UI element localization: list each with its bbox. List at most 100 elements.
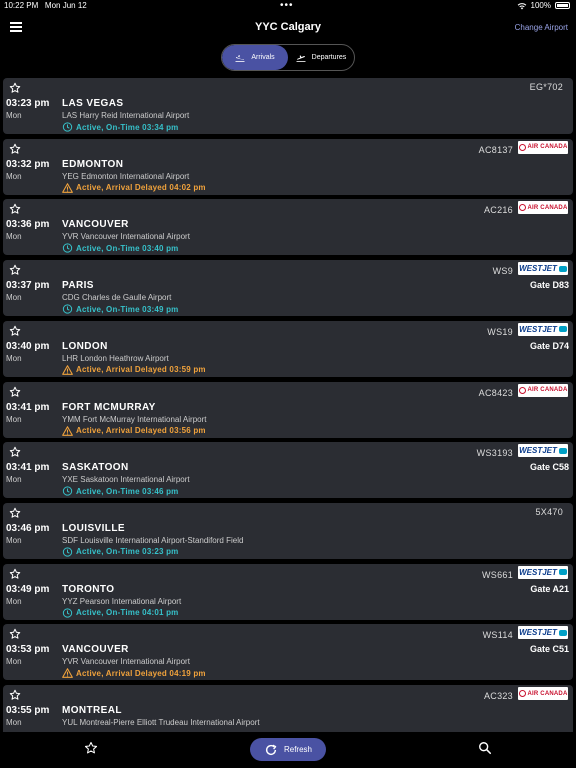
favorite-star-icon[interactable] bbox=[9, 445, 21, 457]
flight-status-text: Active, On-Time 03:23 pm bbox=[76, 547, 179, 557]
origin-airport: YVR Vancouver International Airport bbox=[62, 657, 190, 667]
origin-city: FORT MCMURRAY bbox=[62, 401, 156, 413]
flight-status-text: Active, Arrival Delayed 04:02 pm bbox=[76, 183, 206, 193]
tab-departures[interactable]: Departures bbox=[288, 45, 354, 70]
scheduled-time: 03:23 pm bbox=[6, 98, 50, 109]
origin-airport: LAS Harry Reid International Airport bbox=[62, 111, 190, 120]
origin-city: SASKATOON bbox=[62, 462, 129, 474]
flight-number: WS3193 bbox=[476, 448, 513, 459]
favorite-star-icon[interactable] bbox=[9, 567, 21, 579]
origin-city: LOUISVILLE bbox=[62, 522, 125, 534]
flight-status: Active, On-Time 03:46 pm bbox=[62, 486, 178, 496]
bottom-toolbar: Refresh bbox=[0, 732, 576, 768]
scheduled-time: 03:53 pm bbox=[6, 644, 50, 656]
flight-status-text: Active, Arrival Delayed 03:56 pm bbox=[76, 426, 206, 435]
flight-status: Active, On-Time 03:34 pm bbox=[62, 122, 178, 132]
multitask-dots[interactable]: ••• bbox=[280, 0, 294, 11]
flight-card[interactable]: WS19 WESTJET 03:40 pm Mon LONDON LHR London H… bbox=[3, 320, 573, 377]
search-icon[interactable] bbox=[478, 741, 492, 755]
flight-card[interactable]: AC216 AIR CANADA 03:36 pm Mon VANCOUVER YVR V… bbox=[3, 199, 573, 256]
flight-card[interactable]: WS3193 WESTJET 03:41 pm Mon SASKATOON YXE Sas… bbox=[3, 442, 573, 499]
wifi-icon bbox=[517, 2, 526, 9]
flight-status: Active, Arrival Delayed 04:02 pm bbox=[62, 182, 206, 193]
flight-number: 5X470 bbox=[535, 506, 563, 517]
scheduled-day: Mon bbox=[6, 232, 22, 242]
tab-arrivals-label: Arrivals bbox=[251, 54, 275, 61]
battery-icon bbox=[555, 2, 570, 9]
flight-number: WS19 bbox=[487, 326, 513, 337]
origin-airport: CDG Charles de Gaulle Airport bbox=[62, 293, 172, 303]
origin-city: VANCOUVER bbox=[62, 219, 129, 231]
favorite-star-icon[interactable] bbox=[9, 506, 21, 518]
origin-city: EDMONTON bbox=[62, 158, 124, 170]
flight-card[interactable]: AC8423 AIR CANADA 03:41 pm Mon FORT MCMURRAY… bbox=[3, 381, 573, 438]
refresh-button[interactable]: Refresh bbox=[250, 738, 326, 761]
origin-airport: YEG Edmonton International Airport bbox=[62, 171, 190, 181]
flight-status: Active, On-Time 04:01 pm bbox=[62, 607, 179, 618]
scheduled-day: Mon bbox=[6, 293, 22, 303]
flight-card[interactable]: 5X470 03:46 pm Mon LOUISVILLE SDF Louisville… bbox=[3, 502, 573, 559]
scheduled-day: Mon bbox=[6, 171, 22, 181]
flight-number: AC323 bbox=[483, 691, 513, 701]
favorite-star-icon[interactable] bbox=[9, 202, 21, 215]
flight-card[interactable]: WS9 WESTJET 03:37 pm Mon PARIS CDG Charles de… bbox=[3, 260, 573, 317]
favorite-star-icon[interactable] bbox=[9, 263, 21, 275]
origin-airport: YUL Montreal-Pierre Elliott Trudeau Inte… bbox=[62, 718, 260, 727]
flight-number: AC8423 bbox=[478, 387, 513, 398]
clock-icon bbox=[62, 486, 73, 496]
refresh-icon bbox=[265, 744, 277, 755]
flight-list[interactable]: EG*702 03:23 pm Mon LAS VEGAS LAS Harry Reid… bbox=[0, 76, 576, 732]
flight-status: Active, On-Time 03:49 pm bbox=[62, 304, 178, 314]
westjet-logo: WESTJET bbox=[518, 565, 568, 579]
favorite-star-icon[interactable] bbox=[9, 627, 21, 639]
warning-icon bbox=[62, 425, 73, 436]
favorites-star-icon[interactable] bbox=[84, 741, 98, 755]
tab-departures-label: Departures bbox=[311, 54, 347, 61]
flight-status-text: Active, On-Time 03:40 pm bbox=[76, 243, 179, 253]
origin-city: MONTREAL bbox=[62, 705, 122, 716]
favorite-star-icon[interactable] bbox=[9, 324, 21, 336]
flight-card[interactable]: EG*702 03:23 pm Mon LAS VEGAS LAS Harry Reid… bbox=[3, 78, 573, 134]
gate-label: Gate C58 bbox=[529, 462, 569, 473]
origin-city: PARIS bbox=[62, 280, 94, 292]
gate-label: Gate A21 bbox=[530, 583, 569, 594]
favorite-star-icon[interactable] bbox=[9, 81, 21, 93]
gate-label: Gate D83 bbox=[529, 280, 569, 291]
flight-status: Active, On-Time 03:23 pm bbox=[62, 547, 178, 557]
favorite-star-icon[interactable] bbox=[9, 688, 21, 700]
scheduled-day: Mon bbox=[6, 718, 22, 727]
flight-card[interactable]: WS114 WESTJET 03:53 pm Mon VANCOUVER YVR Vanc… bbox=[3, 624, 573, 681]
clock-icon bbox=[62, 122, 73, 132]
tab-arrivals[interactable]: Arrivals bbox=[222, 45, 288, 70]
battery-percent: 100% bbox=[530, 1, 551, 10]
scheduled-time: 03:41 pm bbox=[6, 462, 50, 474]
flight-status-text: Active, On-Time 04:01 pm bbox=[76, 608, 179, 618]
change-airport-button[interactable]: Change Airport bbox=[515, 23, 568, 32]
favorite-star-icon[interactable] bbox=[9, 385, 21, 397]
flight-status: Active, Arrival Delayed 03:59 pm bbox=[62, 364, 206, 375]
flight-card[interactable]: AC8137 AIR CANADA 03:32 pm Mon EDMONTON YEG E… bbox=[3, 138, 573, 195]
origin-airport: YVR Vancouver International Airport bbox=[62, 232, 190, 242]
flight-status: Active, On-Time 03:40 pm bbox=[62, 243, 179, 254]
scheduled-time: 03:32 pm bbox=[6, 158, 50, 170]
warning-icon bbox=[62, 182, 73, 193]
gate-label: Gate D74 bbox=[529, 340, 569, 351]
flight-number: EG*702 bbox=[529, 82, 563, 92]
flight-number: WS114 bbox=[482, 630, 513, 641]
flight-card[interactable]: WS661 WESTJET 03:49 pm Mon TORONTO YYZ Pearso… bbox=[3, 563, 573, 620]
westjet-logo: WESTJET bbox=[518, 262, 568, 276]
westjet-logo: WESTJET bbox=[518, 626, 568, 640]
scheduled-day: Mon bbox=[6, 414, 22, 424]
clock-icon bbox=[62, 243, 73, 254]
warning-icon bbox=[62, 364, 73, 375]
favorite-star-icon[interactable] bbox=[9, 142, 21, 154]
flight-status-text: Active, Arrival Delayed 04:19 pm bbox=[76, 668, 206, 678]
origin-city: LONDON bbox=[62, 340, 108, 352]
flight-card[interactable]: AC323 AIR CANADA 03:55 pm Mon MONTREAL YUL Mo… bbox=[3, 685, 573, 732]
scheduled-time: 03:36 pm bbox=[6, 219, 50, 231]
scheduled-time: 03:49 pm bbox=[6, 583, 50, 595]
scheduled-time: 03:40 pm bbox=[6, 340, 50, 352]
scheduled-day: Mon bbox=[6, 596, 22, 606]
scheduled-day: Mon bbox=[6, 535, 22, 545]
flight-status: Active, Arrival Delayed 03:56 pm bbox=[62, 425, 206, 436]
